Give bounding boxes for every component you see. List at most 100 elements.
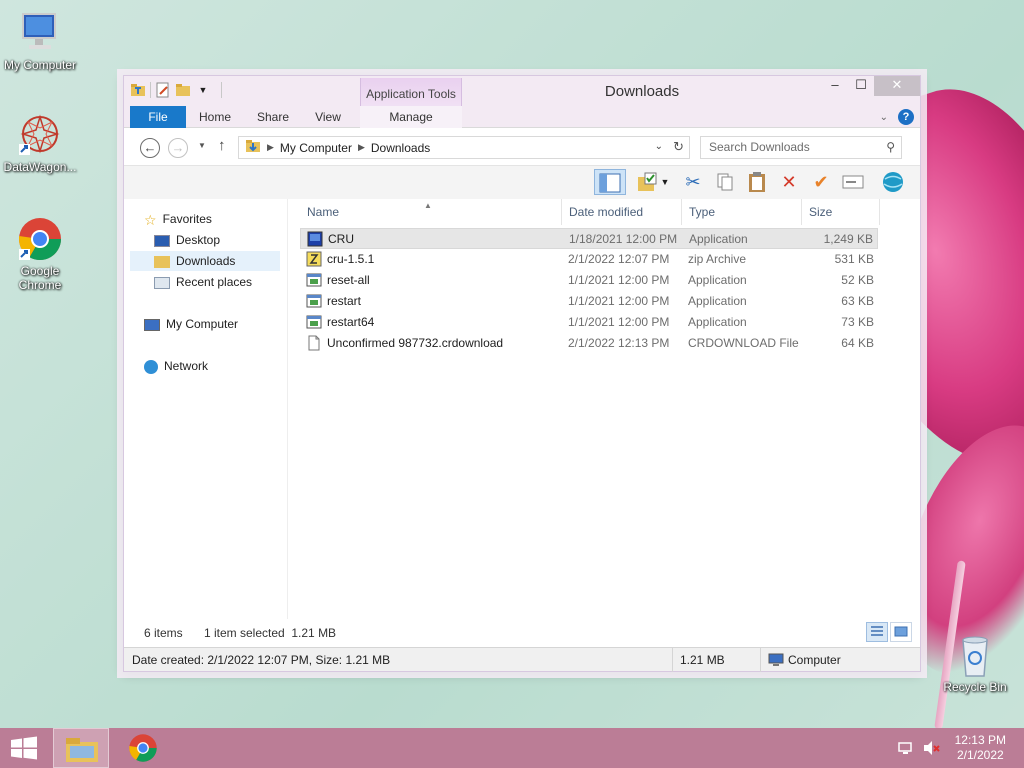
globe-icon[interactable]: [880, 169, 906, 195]
chrome-icon: [129, 734, 157, 762]
breadcrumb-downloads[interactable]: Downloads: [371, 141, 430, 155]
nav-label: Downloads: [176, 254, 236, 268]
file-date: 2/1/2022 12:07 PM: [568, 252, 670, 266]
desktop-icon-google-chrome[interactable]: Google Chrome: [0, 216, 80, 292]
search-placeholder: Search Downloads: [709, 140, 810, 154]
search-icon: ⚲: [886, 140, 895, 154]
taskbar-chrome[interactable]: [116, 728, 172, 768]
tab-view[interactable]: View: [308, 106, 348, 128]
desktop-icon-datawagon[interactable]: DataWagon...: [0, 112, 80, 174]
navigation-pane: ☆ Favorites Desktop Downloads Recent plac…: [124, 199, 288, 619]
forward-button[interactable]: →: [168, 138, 188, 158]
checkmark-icon[interactable]: ✔: [808, 169, 834, 195]
column-header-size[interactable]: Size: [802, 199, 880, 225]
file-row[interactable]: cru-1.5.1 2/1/2022 12:07 PM zip Archive …: [300, 249, 878, 270]
nav-favorites[interactable]: ☆ Favorites: [144, 209, 212, 229]
minimize-button[interactable]: ‒: [822, 76, 848, 96]
tab-manage[interactable]: Manage: [360, 106, 462, 128]
recycle-bin-icon: [952, 632, 998, 678]
address-bar[interactable]: ▶ My Computer ▶ Downloads ⌄ ↻: [238, 136, 690, 159]
tab-share[interactable]: Share: [250, 106, 296, 128]
preview-pane-button[interactable]: [594, 169, 626, 195]
volume-muted-icon[interactable]: [922, 740, 940, 759]
file-row[interactable]: restart 1/1/2021 12:00 PM Application 63…: [300, 291, 878, 312]
system-clock[interactable]: 12:13 PM 2/1/2022: [955, 733, 1006, 763]
sort-ascending-icon: ▲: [424, 201, 432, 210]
refresh-icon[interactable]: ↻: [673, 139, 684, 155]
windows-start-icon[interactable]: [10, 736, 38, 760]
tab-file[interactable]: File: [130, 106, 186, 128]
network-tray-icon[interactable]: [898, 740, 914, 759]
file-type: zip Archive: [688, 252, 747, 266]
up-button[interactable]: ↑: [218, 137, 226, 154]
paste-icon[interactable]: [744, 169, 770, 195]
title-bar[interactable]: ▼ Application Tools Downloads ‒ ☐ ✕: [124, 76, 920, 122]
options-chevron-icon[interactable]: ▼: [658, 169, 672, 195]
zip-icon: [306, 251, 322, 267]
expand-ribbon-chevron-icon[interactable]: ⌄: [880, 112, 888, 123]
column-header-type[interactable]: Type: [682, 199, 802, 225]
nav-label: Recent places: [176, 275, 253, 289]
desktop-icon-label: Google Chrome: [18, 264, 62, 292]
nav-label: Desktop: [176, 233, 221, 247]
nav-network[interactable]: Network: [144, 356, 208, 376]
divider: [760, 648, 761, 672]
file-date: 1/1/2021 12:00 PM: [568, 315, 670, 329]
file-list: Name ▲ Date modified Type Size CRU 1/18/…: [300, 199, 896, 619]
tab-home[interactable]: Home: [192, 106, 238, 128]
app-icon: [306, 272, 322, 288]
file-row[interactable]: restart64 1/1/2021 12:00 PM Application …: [300, 312, 878, 333]
large-icons-view-button[interactable]: [890, 622, 912, 642]
breadcrumb-separator-icon[interactable]: ▶: [267, 142, 274, 153]
explorer-window: ▼ Application Tools Downloads ‒ ☐ ✕ File…: [123, 75, 921, 672]
recent-locations-chevron-icon[interactable]: ▼: [198, 141, 206, 150]
divider: [672, 648, 673, 672]
file-row[interactable]: Unconfirmed 987732.crdownload 2/1/2022 1…: [300, 333, 878, 354]
star-icon: ☆: [144, 211, 157, 228]
search-input[interactable]: Search Downloads ⚲: [700, 136, 902, 159]
rename-icon[interactable]: [840, 169, 866, 195]
file-row[interactable]: CRU 1/18/2021 12:00 PM Application 1,249…: [300, 228, 878, 249]
nav-my-computer[interactable]: My Computer: [144, 314, 238, 334]
file-size: 64 KB: [841, 336, 874, 350]
file-size: 63 KB: [841, 294, 874, 308]
folder-options-icon[interactable]: [634, 169, 660, 195]
file-date: 1/18/2021 12:00 PM: [569, 232, 678, 246]
file-type: Application: [688, 315, 747, 329]
column-header-name[interactable]: Name ▲: [300, 199, 562, 225]
location-label: Computer: [788, 653, 841, 667]
close-button[interactable]: ✕: [874, 76, 920, 96]
nav-recent-places[interactable]: Recent places: [154, 272, 252, 292]
cut-icon[interactable]: ✂: [680, 169, 706, 195]
file-date: 1/1/2021 12:00 PM: [568, 273, 670, 287]
file-explorer-icon: [66, 738, 98, 762]
nav-label: Favorites: [162, 212, 212, 226]
taskbar-file-explorer[interactable]: [53, 728, 109, 768]
breadcrumb-my-computer[interactable]: My Computer: [280, 141, 352, 155]
clock-time: 12:13 PM: [954, 733, 1006, 747]
desktop-icon-label: My Computer: [3, 58, 77, 72]
delete-icon[interactable]: ✕: [776, 169, 802, 195]
file-name: cru-1.5.1: [327, 252, 375, 266]
back-button[interactable]: ←: [140, 138, 160, 158]
address-history-chevron-icon[interactable]: ⌄: [655, 141, 663, 152]
desktop-icon-recycle-bin[interactable]: Recycle Bin: [935, 632, 1015, 694]
copy-icon[interactable]: [712, 169, 738, 195]
details-view-button[interactable]: [866, 622, 888, 642]
file-size: 531 KB: [834, 252, 874, 266]
network-icon: [144, 359, 158, 374]
nav-desktop[interactable]: Desktop: [154, 230, 220, 250]
computer-icon: [144, 318, 160, 331]
chrome-icon: [17, 216, 63, 262]
maximize-button[interactable]: ☐: [848, 76, 874, 96]
address-row: ← → ▼ ↑ ▶ My Computer ▶ Downloads ⌄ ↻ Se…: [124, 129, 920, 165]
downloads-folder-icon: [154, 255, 170, 268]
file-row[interactable]: reset-all 1/1/2021 12:00 PM Application …: [300, 270, 878, 291]
folder-icon: [245, 139, 261, 156]
file-name: restart: [327, 294, 362, 308]
breadcrumb-separator-icon[interactable]: ▶: [358, 142, 365, 153]
help-icon[interactable]: ?: [898, 109, 914, 125]
column-header-date-modified[interactable]: Date modified: [562, 199, 682, 225]
desktop-icon-my-computer[interactable]: My Computer: [0, 10, 80, 72]
nav-downloads[interactable]: Downloads: [130, 251, 280, 271]
